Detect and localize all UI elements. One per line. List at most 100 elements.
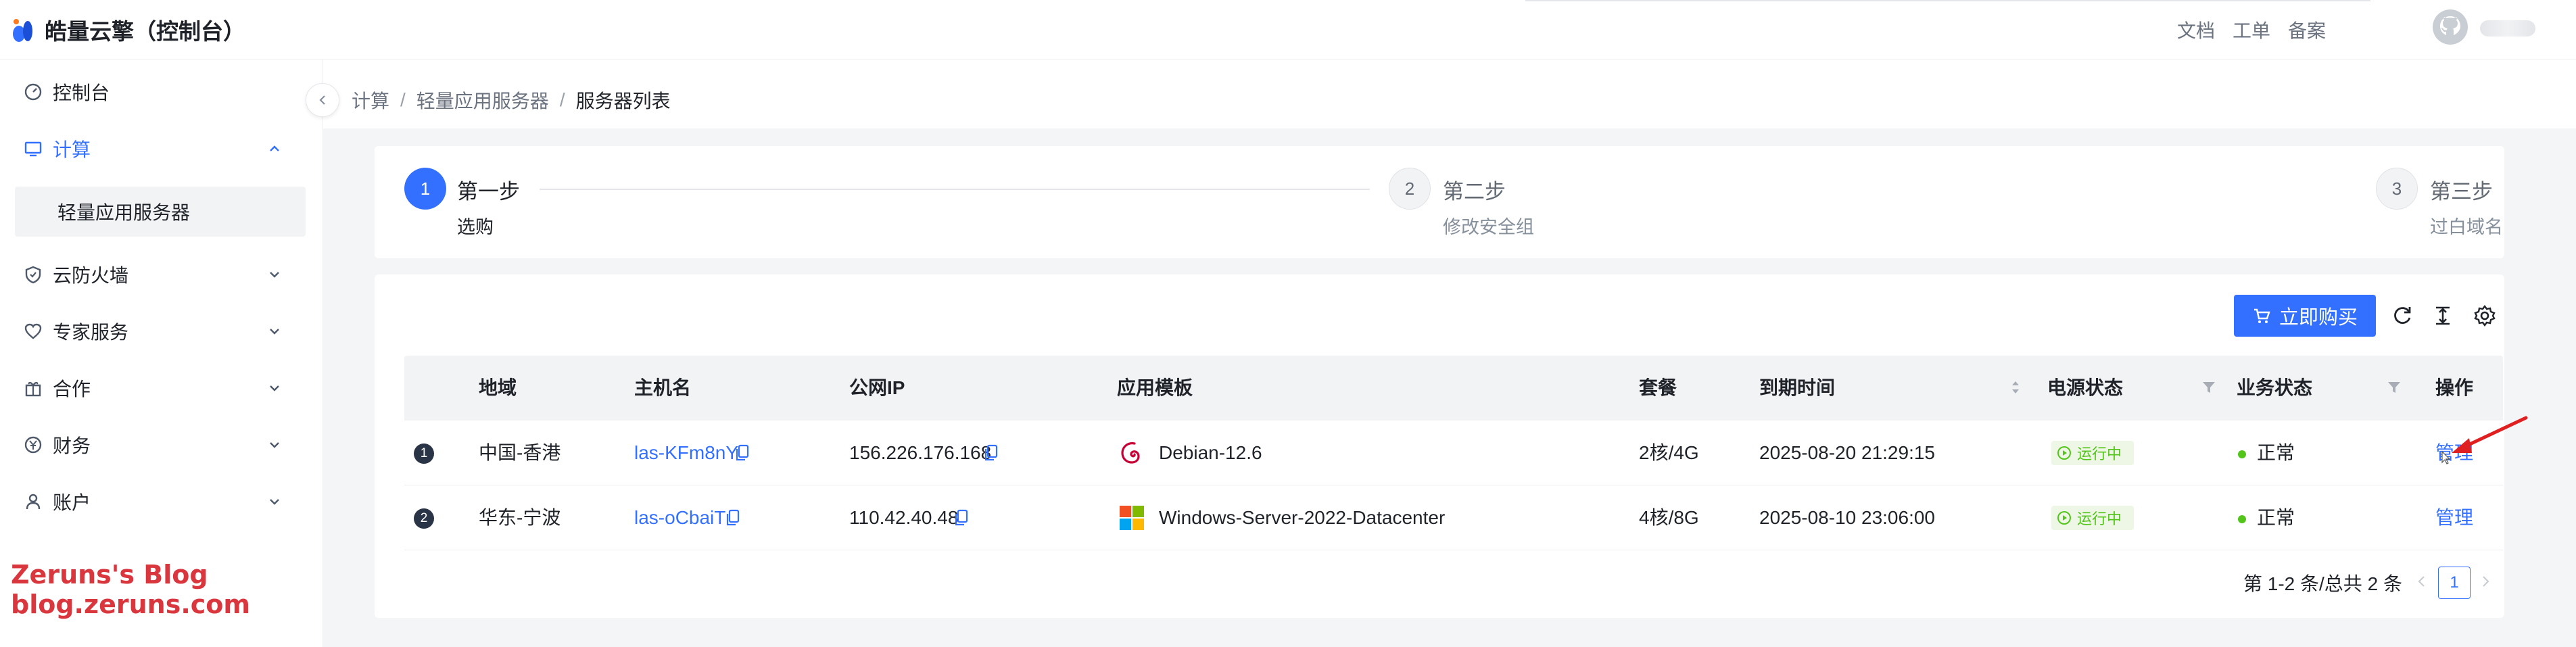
cart-icon [2253, 308, 2270, 323]
username-blurred[interactable] [2480, 20, 2535, 37]
region-cell: 华东-宁波 [479, 507, 561, 528]
sidebar-item-label: 控制台 [53, 82, 110, 103]
sidebar: 控制台 计算 轻量应用服务器 云防火墙 专家服务 合作 财务 账户 Zeruns… [0, 59, 323, 647]
steps-card [375, 146, 2504, 258]
column-header-power-state: 电源状态 [2047, 377, 2124, 398]
step-connector [1525, 0, 2370, 1]
watermark-line-2: blog.zeruns.com [11, 590, 250, 619]
business-status-cell: 正常 [2257, 507, 2295, 528]
power-status-badge: 运行中 [2051, 441, 2134, 465]
breadcrumb-separator: / [400, 89, 406, 110]
sidebar-item-label: 账户 [53, 492, 91, 513]
github-icon[interactable] [2431, 8, 2469, 46]
column-height-icon[interactable] [2430, 303, 2456, 329]
copy-icon[interactable] [983, 444, 999, 462]
copy-icon[interactable] [953, 508, 970, 527]
filter-icon[interactable] [2385, 379, 2403, 396]
sidebar-collapse-button[interactable] [306, 83, 339, 117]
sidebar-item-finance[interactable]: 财务 [0, 418, 323, 472]
template-cell: Windows-Server-2022-Datacenter [1159, 507, 1446, 528]
step-connector [540, 189, 1370, 190]
step-2-desc: 修改安全组 [1443, 217, 1534, 237]
next-page-icon[interactable] [2477, 572, 2494, 591]
brand-logo-icon [13, 19, 32, 42]
plan-cell: 4核/8G [1639, 507, 1699, 528]
power-status-badge: 运行中 [2051, 506, 2134, 530]
breadcrumb-separator: / [559, 89, 565, 110]
sort-icon[interactable] [2007, 379, 2024, 396]
table-header: 地域 主机名 公网IP 应用模板 套餐 到期时间 电源状态 业务状态 操作 [404, 356, 2503, 421]
chevron-down-icon [270, 329, 279, 335]
step-3-title: 第三步 [2430, 180, 2493, 203]
hostname-link[interactable]: las-KFm8nY [634, 421, 738, 485]
sidebar-item-account[interactable]: 账户 [0, 475, 323, 529]
column-header-app-template: 应用模板 [1117, 377, 1193, 398]
sidebar-item-label: 合作 [53, 379, 91, 400]
table-row: 2 华东-宁波 las-oCbaiT 110.42.40.48 Windows-… [404, 485, 2503, 550]
step-1-desc: 选购 [457, 217, 494, 237]
play-circle-icon [2057, 446, 2071, 460]
chevron-down-icon [270, 442, 279, 448]
expire-time-cell: 2025-08-10 23:06:00 [1759, 507, 1935, 528]
column-header-hostname: 主机名 [634, 377, 692, 398]
power-status-label: 运行中 [2077, 510, 2122, 527]
sidebar-item-label: 财务 [53, 435, 91, 456]
breadcrumb-lightweight-server[interactable]: 轻量应用服务器 [416, 87, 549, 114]
pagination-info: 第 1-2 条/总共 2 条 [2243, 573, 2402, 594]
plan-cell: 2核/4G [1639, 442, 1699, 463]
filter-icon[interactable] [2200, 379, 2218, 396]
breadcrumb-server-list: 服务器列表 [575, 91, 671, 112]
public-ip-cell: 156.226.176.168 [849, 442, 992, 463]
power-status-label: 运行中 [2077, 446, 2122, 462]
user-icon [26, 494, 41, 510]
sidebar-subitem-lightweight-server[interactable]: 轻量应用服务器 [15, 187, 306, 237]
business-status-dot [2238, 515, 2246, 523]
sidebar-item-label: 专家服务 [53, 322, 129, 343]
step-3-number: 3 [2376, 168, 2418, 210]
chevron-up-icon [270, 145, 279, 151]
step-3-desc: 过白域名 [2430, 217, 2503, 237]
sidebar-item-cooperation[interactable]: 合作 [0, 361, 323, 415]
column-header-expire-time[interactable]: 到期时间 [1759, 356, 1835, 421]
ticket-link[interactable]: 工单 [2233, 16, 2270, 43]
chevron-down-icon [270, 385, 279, 391]
sidebar-subitem-label: 轻量应用服务器 [57, 202, 191, 223]
dashboard-icon [24, 83, 42, 101]
copy-icon[interactable] [734, 444, 750, 462]
refresh-icon[interactable] [2389, 303, 2415, 329]
sidebar-item-expert-service[interactable]: 专家服务 [0, 304, 323, 358]
breadcrumb-compute[interactable]: 计算 [352, 87, 389, 114]
top-links: 文档 工单 备案 [2160, 9, 2326, 50]
play-circle-icon [2057, 511, 2071, 525]
icp-link[interactable]: 备案 [2288, 16, 2326, 43]
chevron-down-icon [270, 272, 279, 278]
brand[interactable]: 皓量云擎（控制台） [9, 9, 245, 50]
buy-now-button[interactable]: 立即购买 [2234, 295, 2376, 337]
column-header-plan: 套餐 [1639, 377, 1677, 398]
sidebar-item-dashboard[interactable]: 控制台 [0, 65, 323, 119]
row-index-badge: 1 [414, 444, 434, 464]
chevron-down-icon [270, 499, 279, 505]
table-row: 1 中国-香港 las-KFm8nY 156.226.176.168 Debia… [404, 421, 2503, 485]
app-title: 皓量云擎（控制台） [45, 19, 245, 44]
column-header-business-state: 业务状态 [2237, 377, 2313, 398]
mouse-cursor-icon [2441, 450, 2451, 464]
gift-icon [25, 381, 41, 397]
shield-icon [25, 266, 41, 284]
prev-page-icon[interactable] [2414, 572, 2430, 591]
hostname-link[interactable]: las-oCbaiT [634, 485, 725, 550]
manage-link[interactable]: 管理 [2435, 485, 2473, 550]
step-1-number: 1 [404, 168, 446, 210]
settings-icon[interactable] [2472, 303, 2498, 329]
yen-icon [24, 436, 42, 454]
public-ip-cell: 110.42.40.48 [849, 507, 959, 528]
docs-link[interactable]: 文档 [2177, 16, 2215, 43]
sidebar-item-compute[interactable]: 计算 [0, 122, 323, 176]
column-header-region: 地域 [479, 377, 517, 398]
page-number-button[interactable]: 1 [2438, 567, 2471, 599]
annotation-arrow-icon [2452, 416, 2528, 453]
sidebar-item-firewall[interactable]: 云防火墙 [0, 247, 323, 302]
step-2-title: 第二步 [1443, 180, 1506, 203]
monitor-icon [24, 141, 42, 157]
copy-icon[interactable] [725, 508, 741, 527]
